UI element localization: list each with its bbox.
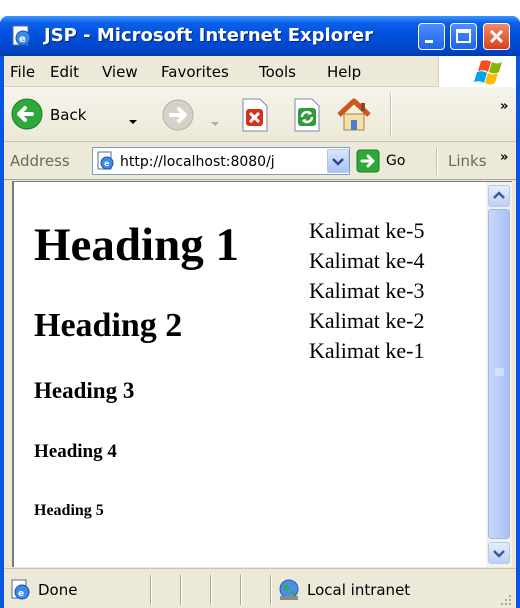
chevron-down-icon	[493, 550, 505, 558]
scroll-down-button[interactable]	[488, 542, 510, 564]
stop-icon	[242, 98, 268, 132]
svg-text:e: e	[18, 589, 24, 599]
scroll-up-button[interactable]	[488, 185, 510, 207]
go-arrow-icon	[356, 149, 380, 173]
home-button[interactable]	[334, 95, 374, 135]
links-overflow-icon[interactable]: »	[500, 150, 508, 165]
stop-button[interactable]	[234, 95, 274, 135]
maximize-button[interactable]	[450, 23, 477, 50]
close-button[interactable]	[483, 23, 510, 50]
minimize-icon	[425, 40, 433, 43]
menu-help[interactable]: Help	[327, 63, 361, 81]
ie-page-icon: e	[10, 579, 32, 601]
svg-text:e: e	[19, 34, 26, 45]
ie-page-icon[interactable]: e	[10, 24, 34, 48]
browser-client-area: File Edit View Favorites Tools Help Back…	[4, 56, 516, 608]
sentence-item: Kalimat ke-4	[309, 248, 425, 273]
sentence-item: Kalimat ke-5	[309, 218, 425, 243]
heading-3: Heading 3	[34, 378, 135, 403]
menu-tools[interactable]: Tools	[259, 63, 296, 81]
links-button[interactable]: Links	[448, 152, 487, 170]
menu-bar: File Edit View Favorites Tools Help	[4, 56, 516, 87]
go-button[interactable]: Go	[356, 148, 424, 174]
status-divider	[150, 575, 152, 605]
menu-favorites[interactable]: Favorites	[161, 63, 229, 81]
status-divider	[210, 575, 212, 605]
zone-text: Local intranet	[307, 581, 411, 599]
minimize-button[interactable]	[418, 23, 445, 50]
forward-arrow-icon	[162, 99, 194, 131]
address-url[interactable]: http://localhost:8080/j	[120, 152, 308, 172]
svg-text:e: e	[104, 159, 110, 168]
go-label: Go	[386, 153, 406, 169]
vertical-scrollbar[interactable]	[486, 182, 512, 567]
windows-logo-icon	[438, 56, 516, 87]
sentence-list: Kalimat ke-5 Kalimat ke-4 Kalimat ke-3 K…	[309, 216, 484, 366]
sentence-item: Kalimat ke-3	[309, 278, 425, 303]
grip-icon	[495, 368, 504, 376]
maximize-icon	[456, 29, 471, 43]
menu-view[interactable]: View	[102, 63, 138, 81]
address-dropdown-button[interactable]	[327, 149, 349, 173]
menu-file[interactable]: File	[10, 63, 35, 81]
heading-1: Heading 1	[34, 219, 240, 271]
status-divider	[240, 575, 242, 605]
sentence-item: Kalimat ke-2	[309, 308, 425, 333]
address-field[interactable]: e http://localhost:8080/j	[92, 147, 350, 175]
title-bar[interactable]: e JSP - Microsoft Internet Explorer	[0, 16, 520, 56]
refresh-button[interactable]	[286, 95, 326, 135]
address-separator	[436, 147, 438, 175]
close-icon	[489, 29, 504, 44]
browser-window: e JSP - Microsoft Internet Explorer File…	[0, 16, 520, 608]
standard-toolbar: Back »	[4, 87, 516, 142]
chevron-up-icon	[493, 191, 505, 199]
status-divider	[270, 575, 272, 605]
heading-5: Heading 5	[34, 502, 104, 519]
sentence-item: Kalimat ke-1	[309, 338, 425, 363]
page-viewport: Heading 1 Heading 2 Heading 3 Heading 4 …	[12, 181, 512, 567]
menu-edit[interactable]: Edit	[50, 63, 79, 81]
ie-page-icon: e	[96, 151, 116, 171]
status-bar: e Done Local intranet	[4, 568, 516, 608]
page-content: Heading 1 Heading 2 Heading 3 Heading 4 …	[14, 182, 486, 568]
back-arrow-icon	[10, 97, 44, 131]
scroll-thumb[interactable]	[488, 209, 510, 539]
home-icon	[337, 98, 371, 131]
status-divider	[180, 575, 182, 605]
address-label: Address	[10, 152, 70, 170]
forward-button[interactable]	[160, 97, 196, 133]
chevron-down-icon[interactable]	[128, 111, 138, 124]
chevron-down-icon[interactable]	[210, 113, 220, 126]
address-bar: Address e http://localhost:8080/j Go Lin…	[4, 142, 516, 180]
resize-grip-icon[interactable]	[498, 593, 512, 607]
chevron-down-icon	[332, 158, 344, 166]
status-text: Done	[38, 581, 78, 599]
refresh-icon	[294, 98, 320, 132]
back-button[interactable]: Back	[10, 95, 150, 135]
back-label: Back	[50, 106, 87, 124]
window-title: JSP - Microsoft Internet Explorer	[44, 25, 374, 46]
toolbar-separator	[390, 93, 392, 137]
heading-2: Heading 2	[34, 307, 183, 344]
heading-4: Heading 4	[34, 441, 117, 462]
toolbar-overflow-icon[interactable]: »	[500, 99, 508, 114]
globe-intranet-icon	[276, 578, 302, 602]
